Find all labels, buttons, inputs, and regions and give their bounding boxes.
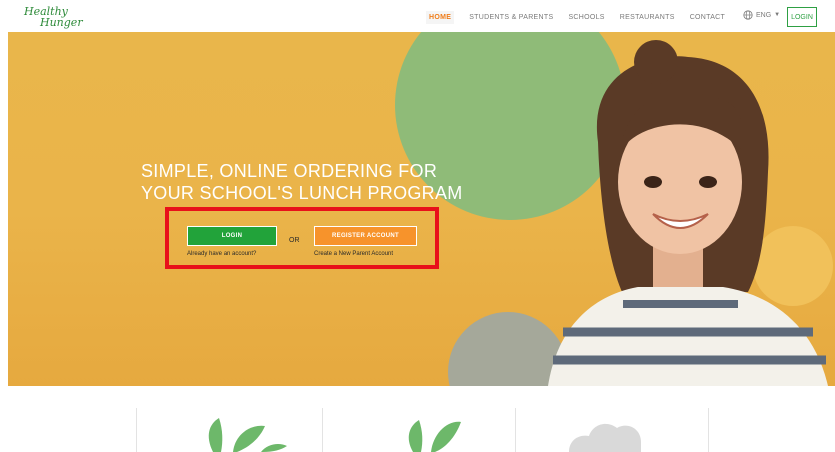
nav-item-home[interactable]: HOME	[426, 10, 455, 24]
hero-banner: SIMPLE, ONLINE ORDERING FOR YOUR SCHOOL'…	[8, 32, 835, 386]
hero-login-button[interactable]: LOGIN	[187, 226, 277, 246]
nav-item-contact[interactable]: CONTACT	[690, 14, 725, 21]
nav-login-button[interactable]: LOGIN	[787, 7, 817, 27]
top-nav: Healthy Hunger HOME STUDENTS & PARENTS S…	[0, 0, 835, 32]
nav-item-restaurants[interactable]: RESTAURANTS	[620, 14, 675, 21]
features-section	[0, 386, 835, 452]
language-selector[interactable]: ENG ▼	[743, 10, 780, 20]
caret-down-icon: ▼	[774, 12, 781, 18]
nav-item-students-parents[interactable]: STUDENTS & PARENTS	[469, 14, 553, 21]
hero-girl-image	[548, 40, 828, 386]
page: Healthy Hunger HOME STUDENTS & PARENTS S…	[0, 0, 835, 452]
logo-line2: Hunger	[40, 16, 83, 29]
cloud-icon	[569, 423, 641, 452]
column-divider	[136, 408, 137, 452]
column-divider	[515, 408, 516, 452]
nav-item-schools[interactable]: SCHOOLS	[568, 14, 604, 21]
headline-line1: SIMPLE, ONLINE ORDERING FOR	[141, 161, 438, 181]
or-separator: OR	[289, 237, 300, 244]
language-label: ENG	[756, 11, 772, 19]
logo-text: Healthy Hunger	[24, 6, 83, 28]
logo[interactable]: Healthy Hunger	[24, 4, 94, 28]
register-subtext: Create a New Parent Account	[314, 251, 394, 257]
leaf-icon	[408, 420, 461, 452]
column-divider	[708, 408, 709, 452]
hero-headline: SIMPLE, ONLINE ORDERING FOR YOUR SCHOOL'…	[141, 160, 463, 204]
headline-line2: YOUR SCHOOL'S LUNCH PROGRAM	[141, 183, 463, 203]
main-menu: HOME STUDENTS & PARENTS SCHOOLS RESTAURA…	[426, 9, 740, 25]
cta-highlight-box: LOGIN OR REGISTER ACCOUNT Already have a…	[165, 207, 439, 269]
column-divider	[322, 408, 323, 452]
login-subtext: Already have an account?	[187, 251, 257, 257]
leaf-icon	[208, 418, 287, 452]
register-account-button[interactable]: REGISTER ACCOUNT	[314, 226, 417, 246]
globe-icon	[743, 10, 753, 20]
